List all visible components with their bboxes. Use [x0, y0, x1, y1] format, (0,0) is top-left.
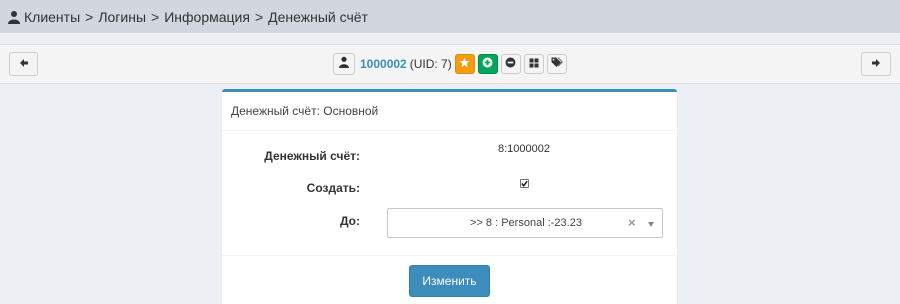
panel-divider: [222, 255, 677, 256]
submit-button[interactable]: Изменить: [409, 265, 490, 297]
remove-button[interactable]: [500, 54, 521, 74]
breadcrumb-separator: >: [254, 8, 264, 25]
field-value-account: 8:1000002: [498, 143, 550, 155]
breadcrumb-item-current: Денежный счёт: [268, 8, 368, 25]
field-label-create: Создать:: [306, 181, 360, 195]
tags-button[interactable]: [546, 54, 567, 74]
next-button[interactable]: [861, 52, 891, 76]
arrow-left-icon: [19, 55, 29, 73]
to-account-select[interactable]: >> 8 : Personal :-23.23 ×: [387, 208, 663, 238]
breadcrumb-separator: >: [151, 8, 160, 25]
chevron-down-icon[interactable]: [648, 222, 654, 227]
field-label-to: До:: [339, 214, 360, 228]
grid-icon: [529, 55, 539, 73]
breadcrumb-item-info[interactable]: Информация: [164, 9, 250, 25]
field-label-account: Денежный счёт:: [264, 149, 360, 163]
uid-text: (UID: 7): [409, 57, 452, 71]
user-icon: [339, 55, 349, 73]
arrow-right-icon: [871, 55, 881, 73]
breadcrumb-separator: >: [85, 8, 94, 25]
clear-selection-icon[interactable]: ×: [628, 215, 636, 230]
add-button[interactable]: [477, 54, 498, 74]
panel-title: Денежный счёт: Основной: [222, 92, 677, 131]
breadcrumb-item-clients[interactable]: Клиенты: [24, 9, 80, 25]
user-icon: [8, 10, 20, 24]
user-button[interactable]: [333, 53, 355, 75]
breadcrumb: Клиенты > Логины > Информация > Денежный…: [0, 0, 900, 33]
toolbar: 1000002 (UID: 7): [0, 44, 900, 84]
create-checkbox[interactable]: [520, 179, 529, 188]
account-panel: Денежный счёт: Основной Денежный счёт: 8…: [222, 89, 677, 304]
favorite-button[interactable]: [454, 54, 475, 74]
login-link[interactable]: 1000002: [360, 57, 407, 71]
checkmark-icon: [521, 180, 528, 187]
minus-circle-icon: [505, 55, 516, 73]
plus-circle-icon: [482, 55, 493, 73]
breadcrumb-item-logins[interactable]: Логины: [98, 9, 146, 25]
to-account-selected-value: >> 8 : Personal :-23.23: [470, 217, 582, 229]
grid-button[interactable]: [523, 54, 544, 74]
star-icon: [459, 55, 470, 73]
toolbar-center-group: 1000002 (UID: 7): [333, 52, 570, 76]
tags-icon: [551, 55, 563, 73]
prev-button[interactable]: [9, 52, 38, 76]
